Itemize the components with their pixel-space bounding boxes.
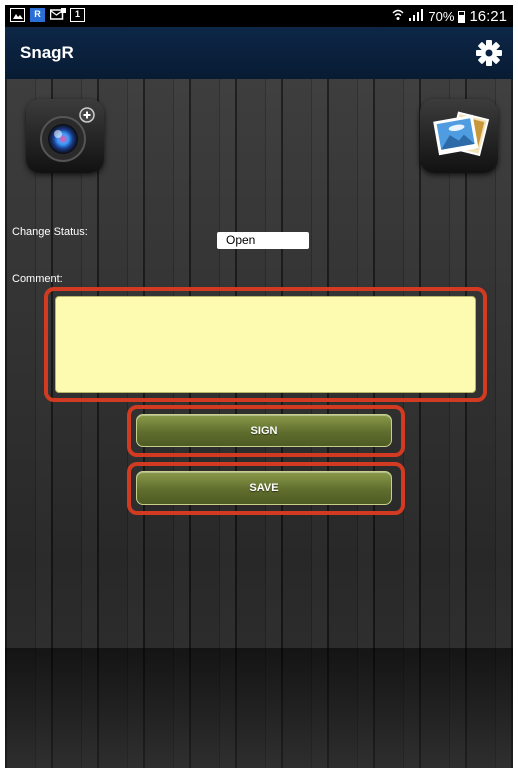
comment-textarea[interactable] [55, 296, 476, 393]
battery-percent: 70% [428, 9, 455, 24]
screen: R 1 70% 16:21 SnagR Change Status: Open … [5, 5, 513, 768]
save-highlight-frame: SAVE [127, 462, 405, 515]
notification-icon: 1 [70, 8, 85, 22]
status-bar: R 1 70% 16:21 [5, 5, 513, 27]
status-icons-left: R 1 [10, 8, 85, 22]
sign-highlight-frame: SIGN [127, 405, 405, 457]
wifi-icon [392, 9, 404, 24]
app-bar: SnagR [5, 27, 513, 79]
camera-add-icon[interactable] [26, 99, 104, 173]
gear-icon[interactable] [473, 37, 505, 69]
app-title: SnagR [20, 43, 74, 62]
main-content: Change Status: Open Comment: SIGN SAVE [5, 79, 513, 768]
status-icons-right: 70% 16:21 [392, 8, 507, 25]
comment-label: Comment: [12, 273, 63, 285]
mail-icon [49, 8, 66, 22]
change-status-label: Change Status: [12, 226, 88, 238]
save-button[interactable]: SAVE [136, 471, 392, 505]
comment-highlight-frame [44, 287, 487, 402]
r-app-icon: R [30, 8, 45, 22]
status-select[interactable]: Open [217, 232, 309, 249]
signal-icon [408, 9, 424, 24]
sign-button[interactable]: SIGN [136, 414, 392, 447]
image-icon [10, 8, 25, 22]
photo-gallery-icon[interactable] [420, 99, 498, 173]
battery-icon [458, 10, 466, 23]
clock: 16:21 [469, 8, 507, 25]
floor-shade [5, 648, 513, 768]
